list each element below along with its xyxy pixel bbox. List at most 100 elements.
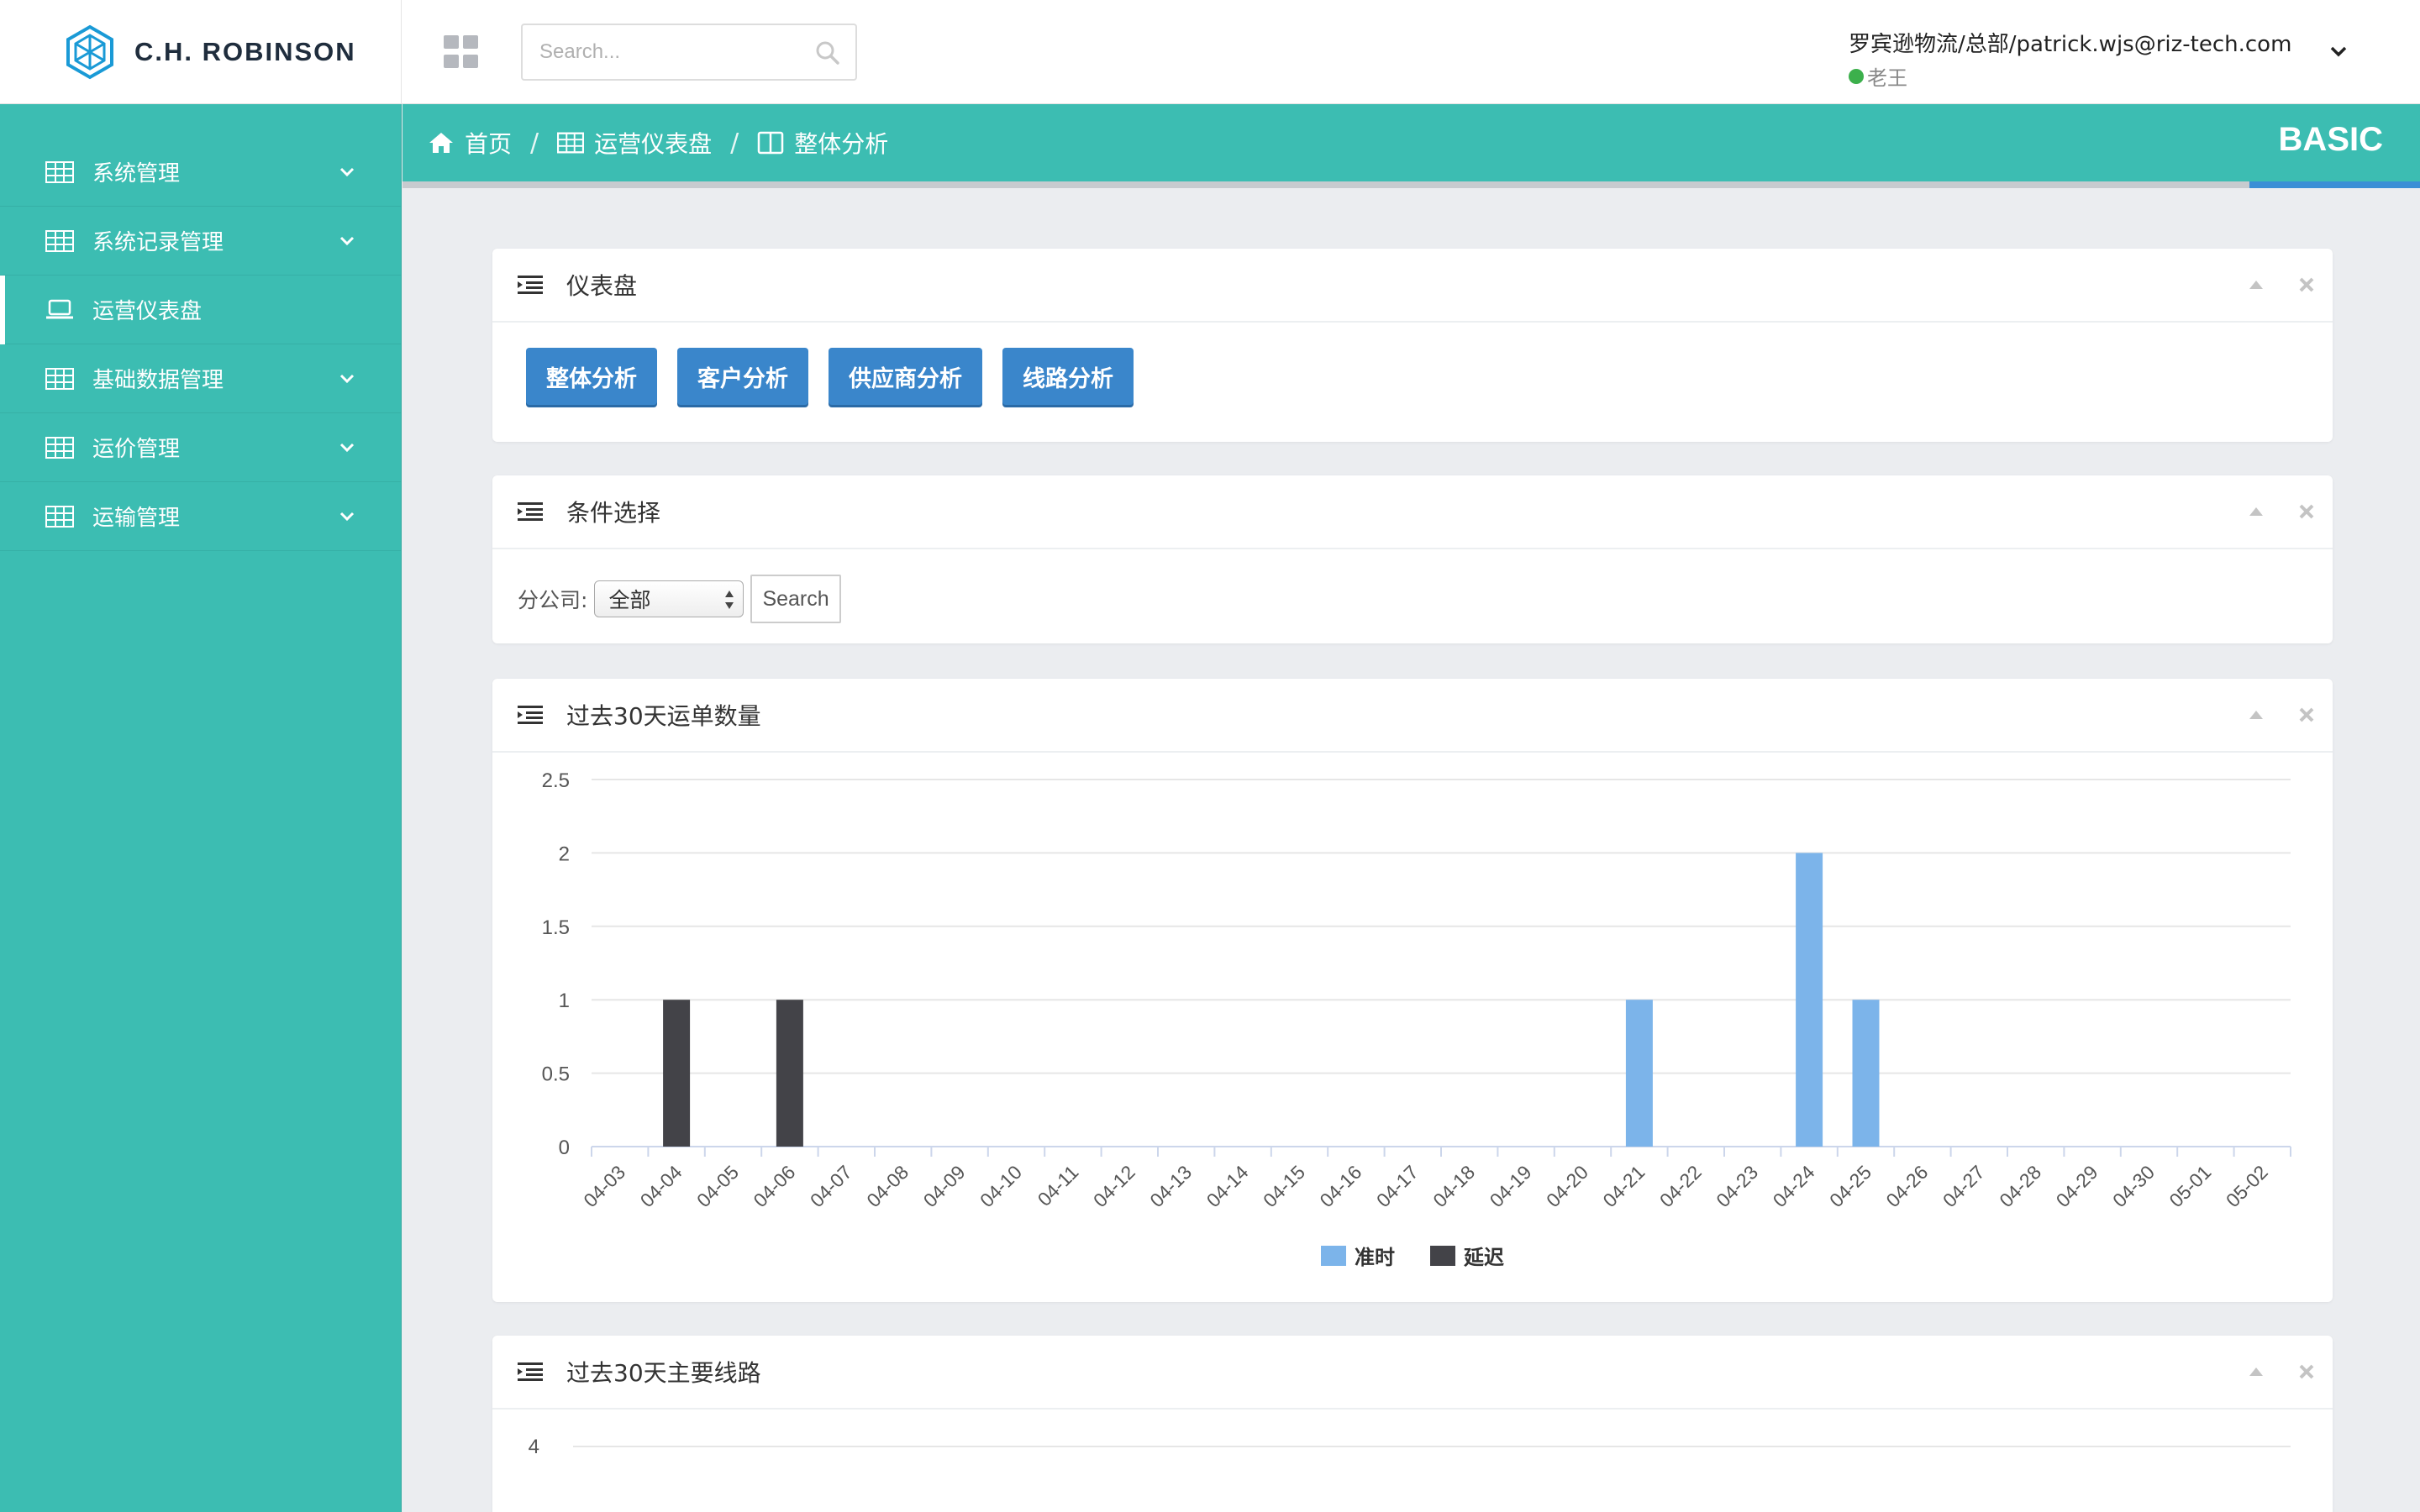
orders-chart-panel: 过去30天运单数量 0 0.5 1 1.5 2 2.5 04-03 04-04 04-05 04-… xyxy=(492,679,2333,1302)
user-menu[interactable]: 罗宾逊物流/总部/patrick.wjs@riz-tech.com 老王 xyxy=(1849,27,2370,90)
branch-select[interactable]: 全部 xyxy=(594,580,744,617)
bar xyxy=(1796,853,1823,1147)
breadcrumb-ops-dashboard[interactable]: 运营仪表盘 xyxy=(557,126,712,160)
indent-icon xyxy=(518,502,543,521)
close-icon[interactable] xyxy=(2299,504,2314,519)
sidebar-item-label: 运价管理 xyxy=(92,437,181,462)
x-tick-label: 04-25 xyxy=(1825,1161,1876,1211)
legend-label: 延迟 xyxy=(1463,1246,1504,1269)
chevron-down-icon xyxy=(339,512,355,522)
y-tick-label: 2 xyxy=(559,843,570,865)
dashboard-panel: 仪表盘 整体分析 客户分析 供应商分析 线路分析 xyxy=(492,249,2333,442)
panel-tools xyxy=(2249,707,2314,722)
sidebar-item-label: 基础数据管理 xyxy=(92,368,224,393)
sidebar: 系统管理 系统记录管理 运营仪表盘 基础数据管理 运价管理 运输管理 xyxy=(0,104,402,1512)
sidebar-item-system-records[interactable]: 系统记录管理 xyxy=(0,207,401,276)
sidebar-item-label: 系统记录管理 xyxy=(92,230,224,255)
collapse-icon[interactable] xyxy=(2249,1367,2264,1377)
chevron-down-icon xyxy=(339,236,355,246)
search-input[interactable] xyxy=(523,25,792,79)
x-tick-label: 04-15 xyxy=(1259,1161,1309,1211)
user-status: 老王 xyxy=(1849,61,2370,91)
x-tick-label: 04-18 xyxy=(1428,1161,1479,1211)
table-icon xyxy=(45,229,74,253)
collapse-icon[interactable] xyxy=(2249,710,2264,720)
panel-header: 过去30天主要线路 xyxy=(492,1336,2333,1410)
x-tick-label: 04-29 xyxy=(2052,1161,2102,1211)
x-tick-label: 04-05 xyxy=(692,1161,743,1211)
x-tick-label: 04-08 xyxy=(862,1161,913,1211)
breadcrumb-overall-analysis: 整体分析 xyxy=(757,126,888,160)
apps-grid-icon[interactable] xyxy=(444,35,481,69)
x-tick-label: 04-19 xyxy=(1486,1161,1536,1211)
chevron-down-icon xyxy=(339,443,355,453)
x-tick-label: 04-20 xyxy=(1542,1161,1592,1211)
breadcrumb-ops-label: 运营仪表盘 xyxy=(594,130,713,158)
sidebar-item-label: 系统管理 xyxy=(92,161,181,186)
panel-header: 条件选择 xyxy=(492,475,2333,549)
close-icon[interactable] xyxy=(2299,707,2314,722)
panel-title: 过去30天运单数量 xyxy=(566,702,761,730)
x-tick-label: 04-21 xyxy=(1598,1161,1649,1211)
search-icon[interactable] xyxy=(815,40,840,66)
table-icon xyxy=(45,436,74,459)
x-tick-label: 04-16 xyxy=(1315,1161,1365,1211)
filter-panel: 条件选择 分公司: 全部 Search xyxy=(492,475,2333,643)
analysis-tabs: 整体分析 客户分析 供应商分析 线路分析 xyxy=(492,323,2333,430)
x-tick-label: 04-03 xyxy=(579,1161,629,1211)
sidebar-item-base-data[interactable]: 基础数据管理 xyxy=(0,344,401,413)
collapse-icon[interactable] xyxy=(2249,507,2264,517)
y-tick-label: 2.5 xyxy=(542,769,570,792)
panel-header: 仪表盘 xyxy=(492,249,2333,323)
branch-select-value: 全部 xyxy=(608,588,651,612)
close-icon[interactable] xyxy=(2299,277,2314,292)
table-icon xyxy=(557,132,585,154)
sidebar-item-transport[interactable]: 运输管理 xyxy=(0,482,401,551)
x-tick-label: 04-09 xyxy=(919,1161,970,1211)
x-tick-label: 04-26 xyxy=(1881,1161,1932,1211)
x-tick-label: 04-11 xyxy=(1034,1161,1083,1210)
legend-label: 准时 xyxy=(1355,1246,1395,1269)
x-tick-label: 04-17 xyxy=(1372,1161,1423,1211)
table-icon xyxy=(45,160,74,184)
home-icon xyxy=(429,133,453,153)
chevron-down-icon[interactable] xyxy=(2326,39,2351,64)
breadcrumb-separator: / xyxy=(530,128,539,158)
x-tick-label: 04-06 xyxy=(749,1161,799,1211)
select-arrows-icon xyxy=(725,591,734,609)
breadcrumb-home[interactable]: 首页 xyxy=(428,126,512,160)
sidebar-item-label: 运输管理 xyxy=(92,506,181,531)
supplier-analysis-button[interactable]: 供应商分析 xyxy=(829,348,982,405)
indent-icon xyxy=(518,276,543,294)
sidebar-item-label: 运营仪表盘 xyxy=(92,299,203,324)
search-button[interactable]: Search xyxy=(750,575,841,623)
x-tick-label: 04-14 xyxy=(1202,1161,1253,1211)
panel-title: 条件选择 xyxy=(566,499,661,527)
x-tick-label: 04-22 xyxy=(1655,1161,1706,1211)
bar xyxy=(663,1000,691,1147)
sidebar-item-system[interactable]: 系统管理 xyxy=(0,138,401,207)
y-tick-label: 1 xyxy=(559,990,570,1012)
overall-analysis-button[interactable]: 整体分析 xyxy=(526,348,657,405)
table-icon xyxy=(45,367,74,391)
breadcrumb-overall-label: 整体分析 xyxy=(794,130,889,158)
close-icon[interactable] xyxy=(2299,1364,2314,1379)
legend-swatch xyxy=(1430,1246,1455,1266)
sidebar-item-freight-rates[interactable]: 运价管理 xyxy=(0,413,401,482)
brand-logo[interactable]: C.H. ROBINSON xyxy=(0,0,402,104)
orders-bar-chart: 00.511.522.504-03 04-04 04-05 04-06 04-07 04-… xyxy=(542,769,2291,1269)
online-status-dot xyxy=(1849,68,1864,84)
breadcrumb-home-label: 首页 xyxy=(465,130,513,158)
x-tick-label: 05-01 xyxy=(2165,1161,2215,1211)
route-analysis-button[interactable]: 线路分析 xyxy=(1002,348,1134,405)
panel-tools xyxy=(2249,1364,2314,1379)
customer-analysis-button[interactable]: 客户分析 xyxy=(677,348,808,405)
collapse-icon[interactable] xyxy=(2249,280,2264,290)
y-tick-label: 1.5 xyxy=(542,916,570,939)
y-tick-label: 0.5 xyxy=(542,1063,570,1086)
routes-chart-panel: 过去30天主要线路 4 xyxy=(492,1336,2333,1512)
breadcrumb-bar: 首页 / 运营仪表盘 / 整体分析 BASIC xyxy=(402,104,2420,188)
y-tick-label: 4 xyxy=(529,1436,539,1458)
panel-tools xyxy=(2249,277,2314,292)
sidebar-item-ops-dashboard[interactable]: 运营仪表盘 xyxy=(0,276,401,344)
